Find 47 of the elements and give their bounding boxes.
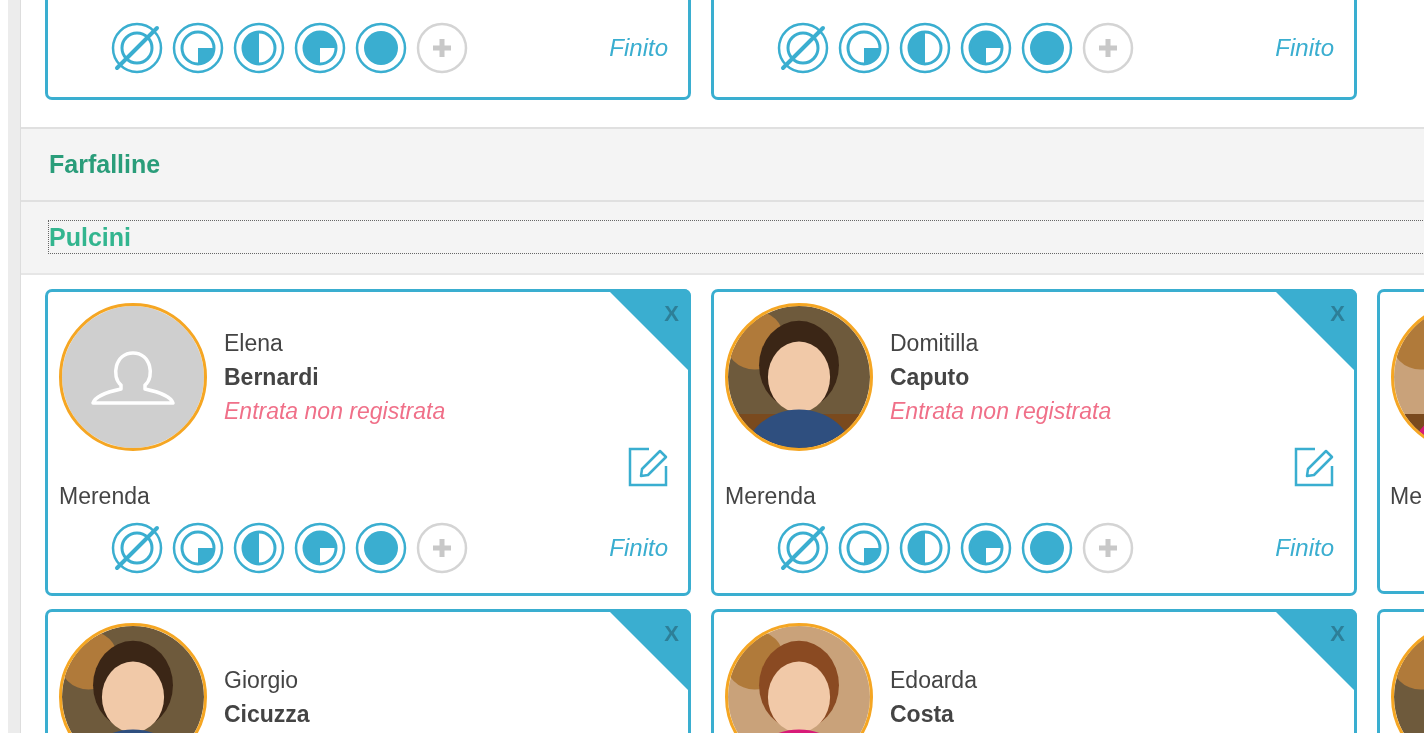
meal-label: Merenda	[59, 483, 150, 510]
edit-icon[interactable]	[1293, 446, 1335, 488]
half-portion-icon[interactable]	[233, 522, 285, 574]
last-name: Cicuzza	[224, 700, 310, 728]
edit-icon[interactable]	[627, 446, 669, 488]
quarter-portion-icon[interactable]	[172, 22, 224, 74]
close-button[interactable]: X	[664, 301, 679, 327]
finished-link[interactable]: Finito	[609, 534, 668, 562]
last-name: Caputo	[890, 363, 971, 391]
status-text: Entrata non registrata	[224, 397, 446, 425]
first-name: Domitilla	[890, 329, 980, 357]
add-icon[interactable]	[416, 522, 468, 574]
three-quarter-portion-icon[interactable]	[294, 22, 346, 74]
status-text: Entrata non registrata	[890, 397, 1112, 425]
add-icon[interactable]	[416, 22, 468, 74]
half-portion-icon[interactable]	[899, 522, 951, 574]
half-portion-icon[interactable]	[899, 22, 951, 74]
last-name: Costa	[890, 700, 955, 728]
no-portion-icon[interactable]	[111, 22, 163, 74]
no-portion-icon[interactable]	[111, 522, 163, 574]
add-icon[interactable]	[1082, 22, 1134, 74]
last-name: Bernardi	[224, 363, 320, 391]
half-portion-icon[interactable]	[233, 22, 285, 74]
three-quarter-portion-icon[interactable]	[960, 522, 1012, 574]
quarter-portion-icon[interactable]	[838, 522, 890, 574]
quarter-portion-icon[interactable]	[838, 22, 890, 74]
meal-label: Merenda	[725, 483, 816, 510]
close-button[interactable]: X	[1330, 301, 1345, 327]
three-quarter-portion-icon[interactable]	[960, 22, 1012, 74]
first-name: Edoarda	[890, 666, 977, 694]
first-name: Giorgio	[224, 666, 300, 694]
no-portion-icon[interactable]	[777, 22, 829, 74]
full-portion-icon[interactable]	[355, 522, 407, 574]
quarter-portion-icon[interactable]	[172, 522, 224, 574]
finished-link[interactable]: Finito	[1275, 34, 1334, 62]
finished-link[interactable]: Finito	[1275, 534, 1334, 562]
first-name: Elena	[224, 329, 284, 357]
no-portion-icon[interactable]	[777, 522, 829, 574]
meal-label: Me	[1390, 483, 1422, 510]
full-portion-icon[interactable]	[1021, 522, 1073, 574]
full-portion-icon[interactable]	[1021, 22, 1073, 74]
finished-link[interactable]: Finito	[609, 34, 668, 62]
close-button[interactable]: X	[664, 621, 679, 647]
close-button[interactable]: X	[1330, 621, 1345, 647]
three-quarter-portion-icon[interactable]	[294, 522, 346, 574]
full-portion-icon[interactable]	[355, 22, 407, 74]
add-icon[interactable]	[1082, 522, 1134, 574]
